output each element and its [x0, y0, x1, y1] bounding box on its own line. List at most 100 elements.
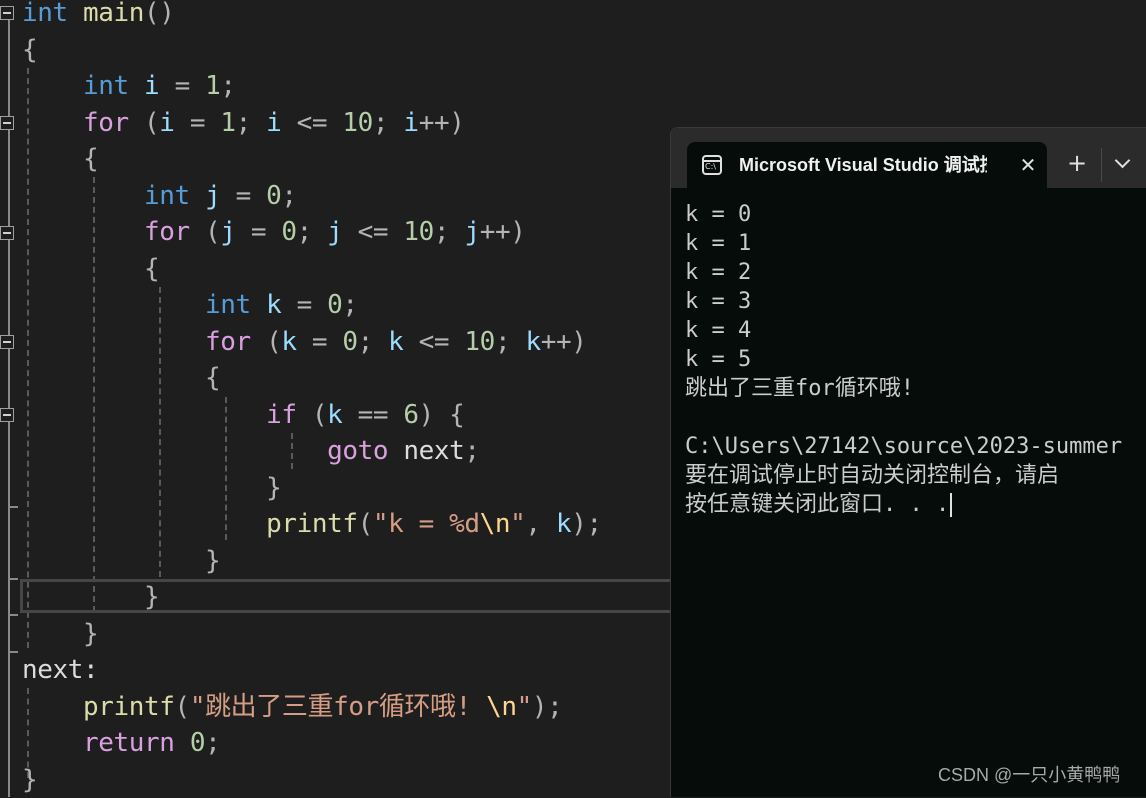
code-line[interactable]: } [22, 762, 38, 798]
code-token: ( [357, 509, 374, 539]
code-token: { [22, 34, 38, 65]
console-line: C:\Users\27142\source\2023-summer [685, 434, 1123, 459]
fold-toggle-for-j[interactable] [0, 226, 14, 240]
code-token: = [174, 107, 221, 138]
code-token: int [205, 290, 251, 320]
code-line[interactable]: if (k == 6) { [22, 397, 465, 433]
code-token: i [144, 71, 160, 101]
console-line: 要在调试停止时自动关闭控制台，请启 [685, 463, 1060, 488]
code-token: } [22, 764, 38, 795]
code-token: = [220, 180, 267, 211]
code-token: == [342, 399, 404, 430]
code-token: ( [189, 217, 221, 247]
console-line: k = 3 [685, 289, 752, 314]
code-token: () [144, 0, 175, 28]
code-line[interactable]: for (k = 0; k <= 10; k++) [22, 324, 587, 360]
code-line[interactable]: int i = 1; [22, 68, 236, 104]
console-icon-label: C:\ [705, 162, 716, 171]
watermark: CSDN @一只小黄鸭鸭 [938, 765, 1121, 785]
terminal-tab-bar: C:\ Microsoft Visual Studio 调试控制台 ✕ + [671, 128, 1146, 188]
text-cursor [950, 493, 953, 517]
close-icon[interactable]: ✕ [1017, 154, 1039, 176]
fold-toggle-for-i[interactable] [0, 116, 14, 130]
code-token: k [327, 399, 343, 430]
fold-end-tick [8, 614, 18, 616]
code-line[interactable]: } [22, 470, 282, 506]
code-line[interactable]: int k = 0; [22, 287, 358, 323]
code-line[interactable]: } [22, 543, 221, 579]
code-line[interactable]: } [22, 579, 160, 615]
code-line[interactable]: printf("跳出了三重for循环哦! \n"); [22, 689, 563, 725]
code-token: k [266, 290, 282, 320]
code-token: 10 [403, 217, 434, 247]
code-line[interactable]: for (j = 0; j <= 10; j++) [22, 214, 526, 250]
terminal-window[interactable]: C:\ Microsoft Visual Studio 调试控制台 ✕ + k … [670, 127, 1146, 797]
code-token: 10 [342, 107, 373, 138]
code-token: } [266, 472, 282, 503]
code-token: 0 [281, 217, 297, 247]
code-token: ++) [479, 217, 526, 247]
code-token: "k = %d [372, 509, 480, 539]
new-tab-button[interactable]: + [1064, 150, 1090, 176]
code-line[interactable]: return 0; [22, 725, 221, 761]
code-line[interactable]: int j = 0; [22, 178, 297, 214]
code-token: ( [296, 399, 328, 430]
code-token: 1 [205, 71, 221, 101]
fold-toggle-main[interactable] [0, 6, 14, 20]
fold-toggle-if[interactable] [0, 408, 14, 422]
fold-end-tick [8, 651, 18, 653]
code-line[interactable]: } [22, 616, 99, 652]
code-token: = [159, 71, 206, 101]
console-line: 跳出了三重for循环哦! [685, 376, 914, 401]
code-line[interactable]: { [22, 32, 38, 68]
console-line: 按任意键关闭此窗口. . . [685, 490, 1146, 519]
code-line[interactable]: { [22, 141, 99, 177]
code-line[interactable]: goto next; [22, 433, 480, 469]
code-token: j [220, 217, 236, 247]
code-token: ; [464, 436, 480, 466]
terminal-tab-title: Microsoft Visual Studio 调试控制台 [739, 155, 987, 175]
code-token: i [403, 107, 419, 138]
code-token: next: [22, 655, 99, 685]
code-token: 0 [266, 180, 282, 211]
code-line[interactable]: next: [22, 652, 99, 688]
code-token: { [205, 363, 221, 393]
console-output[interactable]: k = 0 k = 1 k = 2 k = 3 k = 4 k = 5 跳出了三重for循环… [685, 200, 1146, 519]
console-line: k = 1 [685, 231, 752, 256]
code-line[interactable]: { [22, 360, 221, 396]
code-token: printf [266, 509, 358, 539]
code-token: ; [235, 107, 267, 138]
tab-separator [1101, 148, 1102, 182]
code-token: k [555, 509, 572, 539]
code-token: ; [357, 326, 389, 357]
chevron-down-icon[interactable] [1111, 152, 1135, 176]
code-token: int [83, 71, 129, 101]
code-line[interactable]: for (i = 1; i <= 10; i++) [22, 105, 465, 141]
code-token: next [388, 436, 465, 466]
code-token: k [281, 326, 297, 357]
code-line[interactable]: int main() [22, 0, 175, 31]
code-token: <= [342, 217, 404, 247]
terminal-tab[interactable]: C:\ Microsoft Visual Studio 调试控制台 ✕ [687, 142, 1047, 188]
code-token: for [83, 107, 129, 138]
code-line[interactable]: { [22, 251, 160, 287]
code-token: main [83, 0, 145, 28]
code-line[interactable]: printf("k = %d\n", k); [22, 506, 602, 542]
code-token: 10 [464, 326, 495, 357]
fold-toggle-for-k[interactable] [0, 335, 14, 349]
